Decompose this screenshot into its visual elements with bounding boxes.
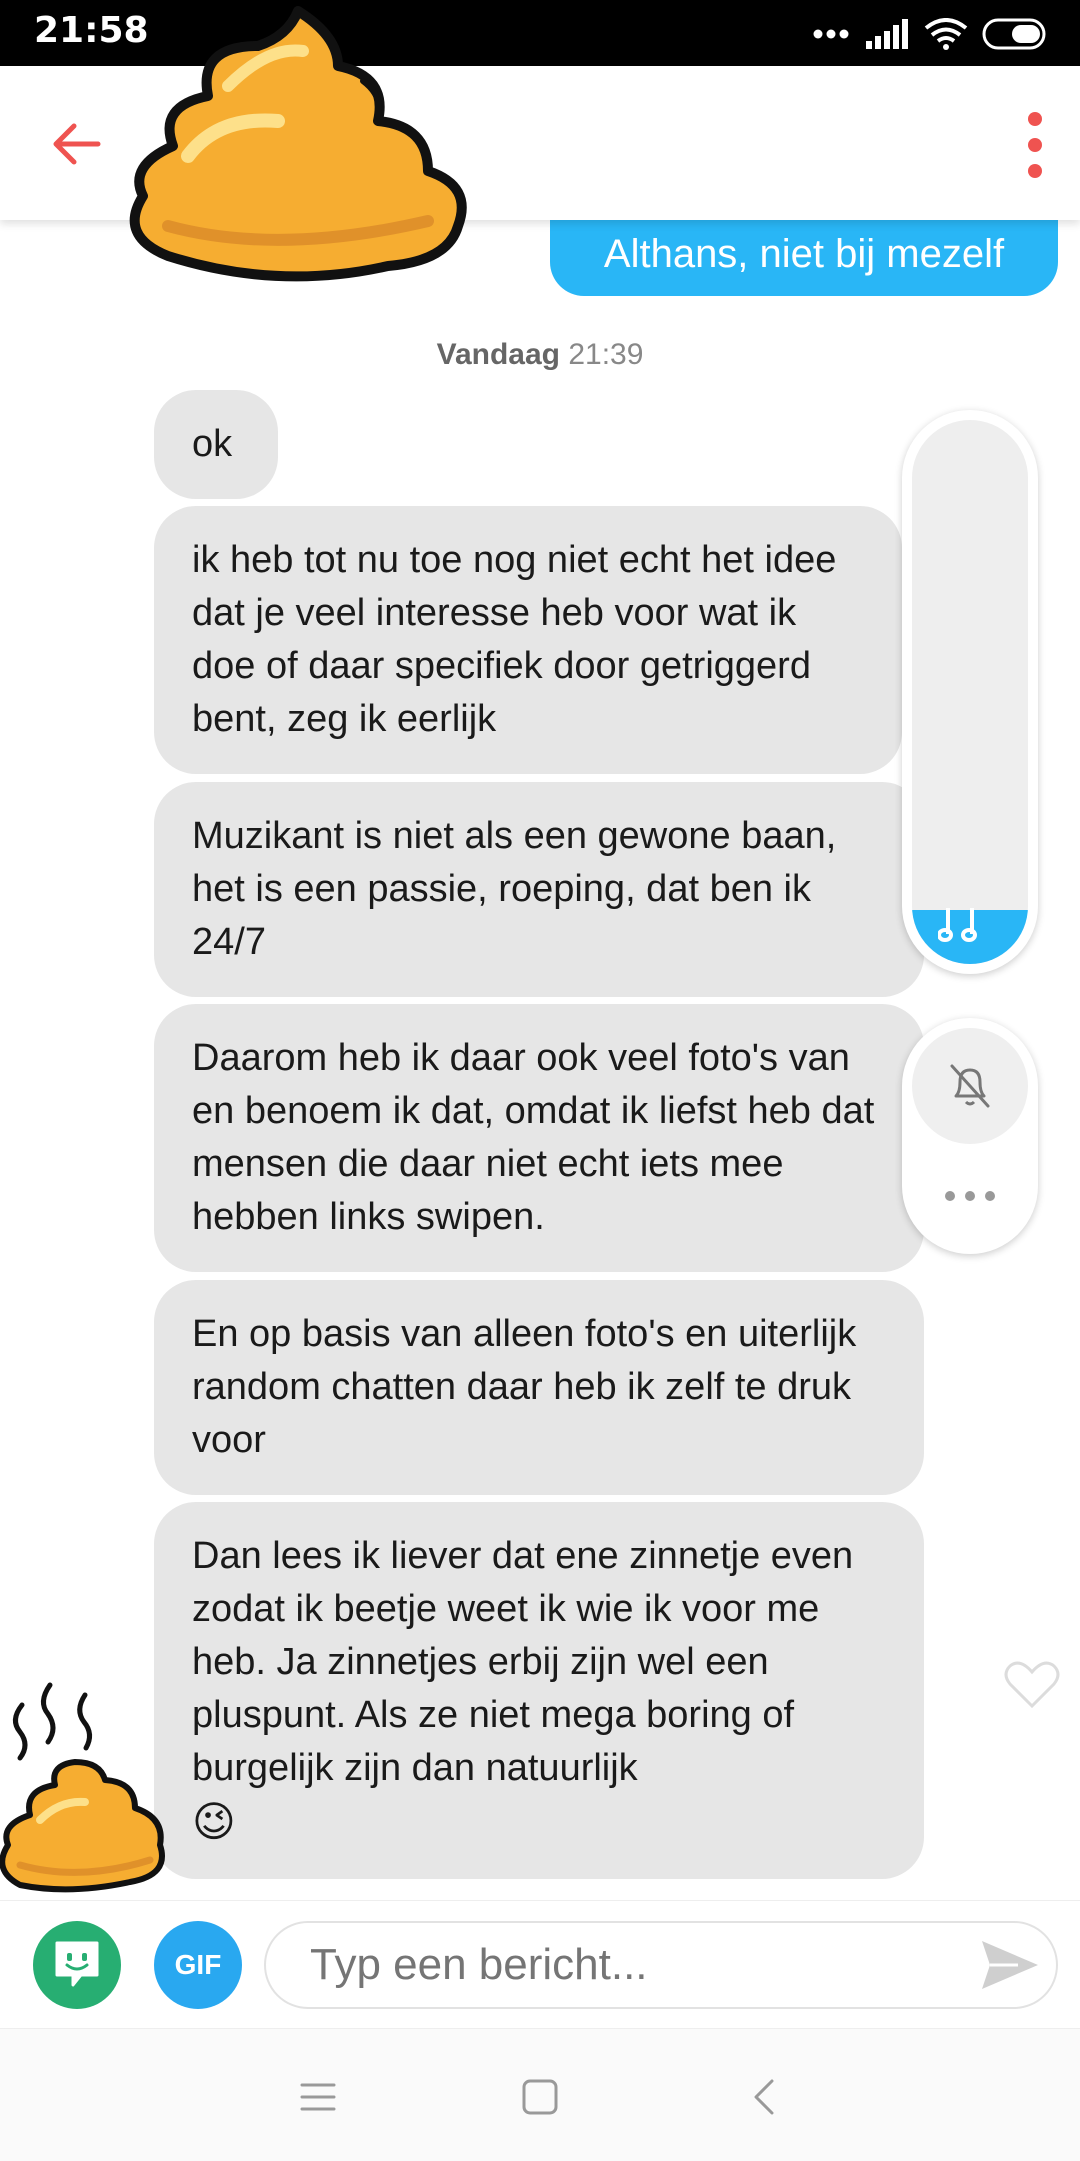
message-timestamp: Vandaag 21:39 (0, 338, 1080, 372)
received-message-bubble[interactable]: Daarom heb ik daar ook veel foto's van e… (154, 1004, 924, 1272)
wifi-icon (924, 18, 968, 50)
timestamp-time: 21:39 (568, 338, 644, 371)
sticker-button[interactable] (33, 1921, 121, 2009)
heart-icon[interactable] (1004, 1660, 1060, 1710)
home-square-icon[interactable] (516, 2073, 564, 2121)
mute-button[interactable] (912, 1028, 1028, 1144)
received-message-bubble[interactable]: ok (154, 390, 278, 499)
poop-sticker-icon (129, 6, 467, 282)
sent-message-bubble[interactable]: Althans, niet bij mezelf (550, 216, 1058, 296)
timestamp-day: Vandaag (436, 338, 560, 371)
music-volume-slider[interactable] (902, 410, 1038, 974)
received-message-bubble[interactable]: Dan lees ik liever dat ene zinnetje even… (154, 1502, 924, 1879)
status-icons (812, 14, 1050, 54)
signal-dots-icon (813, 29, 849, 39)
sticker-icon (55, 1941, 99, 1987)
gif-button[interactable]: GIF (154, 1921, 242, 2009)
arrow-left-icon[interactable] (48, 116, 104, 172)
bell-off-icon (950, 1064, 990, 1108)
received-message-bubble[interactable]: ik heb tot nu toe nog niet echt het idee… (154, 506, 902, 774)
menu-icon[interactable] (294, 2073, 342, 2121)
vertical-dots-icon[interactable] (1020, 110, 1050, 180)
notification-controls (902, 1018, 1038, 1254)
message-text: Dan lees ik liever dat ene zinnetje even… (192, 1535, 854, 1789)
send-icon[interactable] (978, 1937, 1042, 1993)
message-input[interactable] (264, 1921, 1058, 2009)
steaming-poop-sticker-icon (0, 1682, 165, 1893)
music-note-icon (938, 908, 977, 942)
battery-icon (982, 18, 1046, 50)
received-message-bubble[interactable]: En op basis van alleen foto's en uiterli… (154, 1280, 924, 1495)
wink-emoji: 😉 (192, 1798, 236, 1845)
back-chevron-icon[interactable] (742, 2073, 790, 2121)
system-nav-bar (0, 2028, 1080, 2161)
volume-track[interactable] (912, 420, 1028, 964)
received-message-bubble[interactable]: Muzikant is niet als een gewone baan, he… (154, 782, 924, 997)
cell-signal-icon (866, 19, 908, 49)
message-input-bar: GIF (0, 1900, 1080, 2029)
horizontal-dots-icon[interactable] (944, 1188, 996, 1204)
